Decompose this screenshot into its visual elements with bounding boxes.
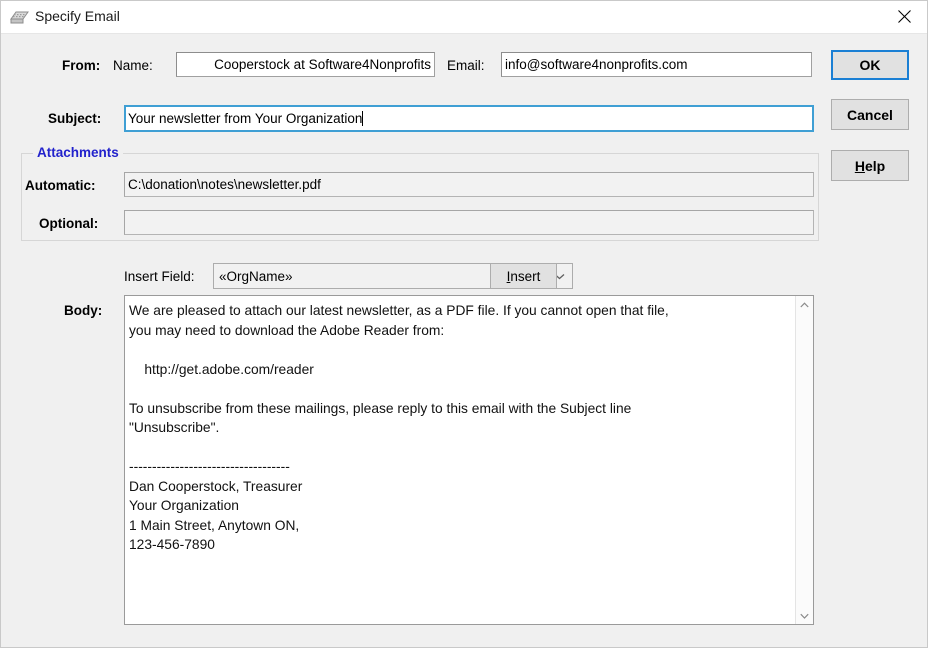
subject-label: Subject: <box>48 111 102 126</box>
from-email-input[interactable]: info@software4nonprofits.com <box>501 52 812 77</box>
cancel-button-label: Cancel <box>847 106 893 123</box>
from-email-value: info@software4nonprofits.com <box>505 57 688 72</box>
ok-button[interactable]: OK <box>831 50 909 80</box>
automatic-label: Automatic: <box>25 178 96 193</box>
optional-label: Optional: <box>39 216 99 231</box>
from-label: From: <box>62 58 101 73</box>
title-bar: Specify Email <box>1 1 927 34</box>
optional-attachment-input[interactable] <box>124 210 814 235</box>
body-textarea[interactable]: We are pleased to attach our latest news… <box>125 296 795 624</box>
from-name-value: Cooperstock at Software4Nonprofits <box>214 57 431 72</box>
automatic-attachment-value: C:\donation\notes\newsletter.pdf <box>128 177 321 192</box>
body-scrollbar[interactable] <box>795 296 813 624</box>
specify-email-dialog: Specify Email From: Name: Cooperstock at… <box>0 0 928 648</box>
chevron-down-icon[interactable] <box>796 607 813 624</box>
from-name-input[interactable]: Cooperstock at Software4Nonprofits <box>176 52 435 77</box>
text-caret <box>362 111 364 126</box>
subject-value: Your newsletter from Your Organization <box>128 111 363 126</box>
email-label: Email: <box>447 58 485 73</box>
close-icon[interactable] <box>881 1 927 32</box>
help-button-accel: H <box>854 157 865 174</box>
insert-field-label: Insert Field: <box>124 269 195 284</box>
ok-button-label: OK <box>859 57 881 73</box>
body-label: Body: <box>64 303 103 318</box>
automatic-attachment-input[interactable]: C:\donation\notes\newsletter.pdf <box>124 172 814 197</box>
email-card-icon <box>9 8 29 26</box>
scrollbar-track[interactable] <box>796 313 813 607</box>
cancel-button[interactable]: Cancel <box>831 99 909 130</box>
attachments-legend: Attachments <box>33 146 123 160</box>
subject-input[interactable]: Your newsletter from Your Organization <box>124 105 814 132</box>
body-textarea-container: We are pleased to attach our latest news… <box>124 295 814 625</box>
chevron-up-icon[interactable] <box>796 296 813 313</box>
insert-button[interactable]: Insert <box>490 263 557 289</box>
help-button[interactable]: Help <box>831 150 909 181</box>
help-button-label: elp <box>864 157 886 174</box>
insert-button-label: nsert <box>510 268 541 284</box>
name-label: Name: <box>113 58 153 73</box>
window-title: Specify Email <box>35 8 120 24</box>
